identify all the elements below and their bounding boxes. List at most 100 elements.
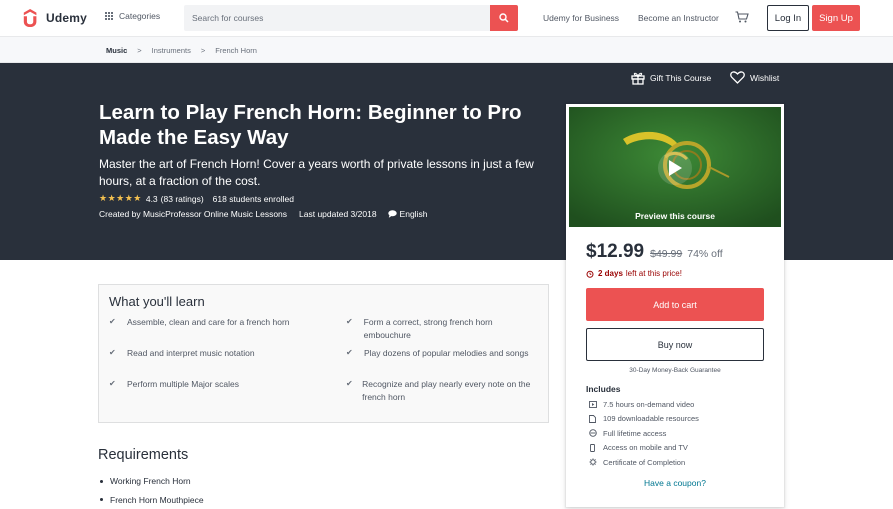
course-meta-row: Created by MusicProfessor Online Music L… <box>99 209 427 219</box>
infinity-icon <box>588 429 597 438</box>
speech-bubble-icon <box>388 210 397 218</box>
includes-item: 109 downloadable resources <box>588 412 699 427</box>
includes-item: 7.5 hours on-demand video <box>588 397 699 412</box>
top-navbar: Udemy Categories Udemy for Business Beco… <box>0 0 893 37</box>
bullet-icon <box>100 480 103 483</box>
students-enrolled: 618 students enrolled <box>213 194 294 204</box>
created-by[interactable]: Created by MusicProfessor Online Music L… <box>99 209 287 219</box>
wishlist-button[interactable]: Wishlist <box>730 71 779 84</box>
price-row: $12.99 $49.99 74% off <box>586 241 723 263</box>
check-icon: ✔ <box>109 378 119 391</box>
ratings-count[interactable]: (83 ratings) <box>161 194 204 204</box>
check-icon: ✔ <box>346 316 356 341</box>
check-icon: ✔ <box>109 316 119 329</box>
learn-item-text: Play dozens of popular melodies and song… <box>364 347 528 360</box>
requirements-title: Requirements <box>98 447 188 463</box>
breadcrumb-music[interactable]: Music <box>106 46 127 55</box>
breadcrumb-french-horn[interactable]: French Horn <box>215 46 257 55</box>
requirement-text: Working French Horn <box>110 476 191 486</box>
gift-icon <box>631 71 645 85</box>
learn-item: ✔ Form a correct, strong french horn emb… <box>346 316 536 341</box>
price-timer: 2 days left at this price! <box>586 269 682 278</box>
heart-icon <box>730 71 745 84</box>
add-to-cart-button[interactable]: Add to cart <box>586 288 764 321</box>
breadcrumb: Music > Instruments > French Horn <box>106 46 257 55</box>
mobile-icon <box>588 443 597 452</box>
rating-value: 4.3 <box>146 194 158 204</box>
play-button[interactable] <box>658 151 692 185</box>
last-updated: Last updated 3/2018 <box>299 209 377 219</box>
rating-row: ★★★★★ 4.3 (83 ratings) 618 students enro… <box>99 193 294 204</box>
play-icon <box>667 159 683 177</box>
requirement-item: Working French Horn <box>100 472 204 491</box>
coupon-link[interactable]: Have a coupon? <box>566 478 784 488</box>
course-preview-video[interactable]: Preview this course <box>569 107 781 227</box>
includes-text: 7.5 hours on-demand video <box>603 400 694 409</box>
learn-item-text: Assemble, clean and care for a french ho… <box>127 316 290 329</box>
check-icon: ✔ <box>346 378 354 403</box>
includes-text: Access on mobile and TV <box>603 443 688 452</box>
udemy-logo[interactable]: Udemy <box>22 7 87 29</box>
bullet-icon <box>100 498 103 501</box>
breadcrumb-separator: > <box>137 46 141 55</box>
timer-days: 2 days <box>598 269 623 278</box>
breadcrumb-separator: > <box>201 46 205 55</box>
includes-title: Includes <box>586 384 620 394</box>
udemy-logo-icon <box>22 8 40 28</box>
learn-title: What you'll learn <box>109 294 205 309</box>
course-subtitle: Master the art of French Horn! Cover a y… <box>99 156 559 190</box>
become-instructor-link[interactable]: Become an Instructor <box>638 13 719 23</box>
what-youll-learn-box: What you'll learn ✔ Assemble, clean and … <box>98 284 549 423</box>
search-input[interactable] <box>184 5 490 31</box>
learn-item: ✔ Play dozens of popular melodies and so… <box>346 347 536 360</box>
search-button[interactable] <box>490 5 518 31</box>
gift-label: Gift This Course <box>650 73 711 83</box>
includes-text: Full lifetime access <box>603 429 666 438</box>
purchase-card: Preview this course $12.99 $49.99 74% of… <box>566 104 784 507</box>
course-language: English <box>400 209 428 219</box>
search-icon <box>499 13 509 23</box>
logo-text: Udemy <box>46 11 87 25</box>
learn-item: ✔ Perform multiple Major scales <box>109 378 299 391</box>
includes-item: Certificate of Completion <box>588 455 699 470</box>
categories-menu[interactable]: Categories <box>105 11 160 21</box>
money-back-guarantee: 30-Day Money-Back Guarantee <box>566 367 784 374</box>
learn-item-text: Read and interpret music notation <box>127 347 255 360</box>
breadcrumb-instruments[interactable]: Instruments <box>152 46 191 55</box>
wishlist-label: Wishlist <box>750 73 779 83</box>
search-bar <box>184 5 518 31</box>
cart-icon[interactable] <box>735 11 749 23</box>
learn-item: ✔ Assemble, clean and care for a french … <box>109 316 299 329</box>
certificate-icon <box>588 458 597 467</box>
categories-label: Categories <box>119 11 160 21</box>
alarm-clock-icon <box>586 270 594 278</box>
signup-button[interactable]: Sign Up <box>812 5 860 31</box>
breadcrumb-bar: Music > Instruments > French Horn <box>0 37 893 63</box>
requirement-item: French Horn Mouthpiece <box>100 491 204 509</box>
includes-list: 7.5 hours on-demand video 109 downloadab… <box>588 397 699 470</box>
includes-text: Certificate of Completion <box>603 458 685 467</box>
learn-item-text: Recognize and play nearly every note on … <box>362 378 536 403</box>
file-icon <box>588 414 597 423</box>
timer-text: left at this price! <box>626 269 682 278</box>
grid-icon <box>105 12 114 21</box>
learn-item: ✔ Read and interpret music notation <box>109 347 299 360</box>
learn-item-text: Form a correct, strong french horn embou… <box>364 316 536 341</box>
requirements-list: Working French Horn French Horn Mouthpie… <box>100 472 204 509</box>
buy-now-button[interactable]: Buy now <box>586 328 764 361</box>
rating-stars-icon: ★★★★★ <box>99 193 142 204</box>
login-button[interactable]: Log In <box>767 5 809 31</box>
requirement-text: French Horn Mouthpiece <box>110 495 204 505</box>
gift-course-button[interactable]: Gift This Course <box>631 71 711 85</box>
check-icon: ✔ <box>109 347 119 360</box>
includes-text: 109 downloadable resources <box>603 414 699 423</box>
original-price: $49.99 <box>650 248 682 260</box>
includes-item: Full lifetime access <box>588 426 699 441</box>
video-icon <box>588 400 597 409</box>
includes-item: Access on mobile and TV <box>588 441 699 456</box>
preview-label: Preview this course <box>569 211 781 221</box>
discount-percent: 74% off <box>687 248 722 260</box>
current-price: $12.99 <box>586 241 644 263</box>
learn-item-text: Perform multiple Major scales <box>127 378 239 391</box>
udemy-for-business-link[interactable]: Udemy for Business <box>543 13 619 23</box>
